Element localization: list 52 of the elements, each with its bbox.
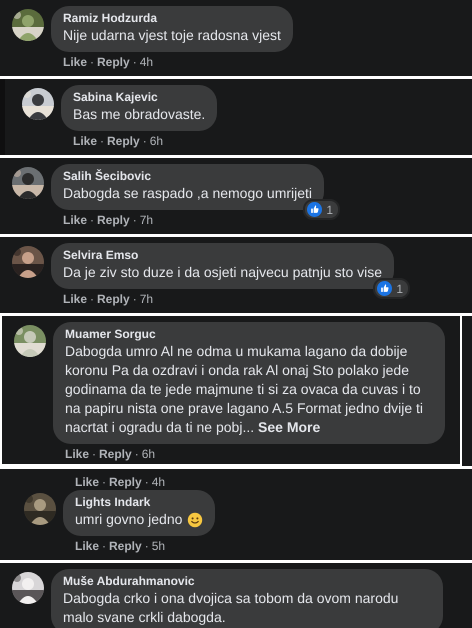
timestamp: 6h	[150, 134, 164, 149]
see-more-link[interactable]: See More	[258, 419, 320, 435]
action-link[interactable]: Reply	[97, 55, 130, 70]
action-link[interactable]: Like	[75, 539, 100, 554]
author-name[interactable]: Ramiz Hodzurda	[63, 11, 281, 26]
action-link[interactable]: Like	[63, 292, 88, 307]
action-link[interactable]: Reply	[107, 134, 140, 149]
action-link[interactable]: Like	[73, 134, 98, 149]
separator-dot: ·	[132, 55, 137, 70]
timestamp: 4h	[152, 475, 166, 490]
comment-text: Bas me obradovaste.	[73, 105, 206, 124]
comment-text: Dabogda umro Al ne odma u mukama lagano da dobije koronu Pa da ozdravi i onda rak Al onaj Sto polako jede godinama da te jede majmune ti si za ovaca da cuvas i to na papiru nista one prave lagano A.5 Format jedno dvije ti nacrtat i ogradu da ti ne pobj... See More	[65, 342, 424, 437]
separator-dot: ·	[132, 292, 137, 307]
comment-text: Dabogda crko i ona dvojica sa tobom da ovom narodu malo svane crkli dabogda.	[63, 589, 400, 627]
separator-dot: ·	[132, 213, 137, 228]
action-link[interactable]: Like	[63, 213, 88, 228]
author-name[interactable]: Salih Šecibovic	[63, 169, 312, 184]
action-link[interactable]: Like	[63, 55, 88, 70]
action-link[interactable]: Like	[65, 447, 90, 462]
separator-dot: ·	[134, 447, 139, 462]
reaction-badge[interactable]: 1	[303, 199, 340, 220]
separator-dot: ·	[144, 475, 149, 490]
separator-dot: ·	[102, 475, 106, 490]
separator-dot: ·	[144, 539, 149, 554]
action-link[interactable]: Reply	[109, 475, 142, 490]
separator-dot: ·	[90, 292, 94, 307]
thumbs-up-icon	[377, 281, 392, 296]
timestamp: 6h	[142, 447, 156, 462]
comment-text: umri govno jedno	[75, 510, 182, 529]
separator-dot: ·	[102, 539, 106, 554]
author-name[interactable]: Muše Abdurahmanovic	[63, 574, 431, 589]
separator-dot: ·	[90, 213, 94, 228]
timestamp: 7h	[140, 292, 154, 307]
author-name[interactable]: Sabina Kajevic	[73, 90, 206, 105]
timestamp: 5h	[152, 539, 166, 554]
author-name[interactable]: Muamer Sorguc	[65, 327, 433, 342]
action-link[interactable]: Reply	[109, 539, 142, 554]
separator-dot: ·	[92, 447, 96, 462]
separator-dot: ·	[90, 55, 94, 70]
comment-text: Nije udarna vjest toje radosna vjest	[63, 26, 281, 45]
author-name[interactable]: Selvira Emso	[63, 248, 382, 263]
action-link[interactable]: Reply	[99, 447, 132, 462]
action-link[interactable]: Like	[75, 475, 100, 490]
timestamp: 7h	[140, 213, 154, 228]
reaction-badge[interactable]: 1	[373, 278, 410, 299]
action-link[interactable]: Reply	[97, 292, 130, 307]
timestamp: 4h	[140, 55, 154, 70]
author-name[interactable]: Lights Indark	[75, 495, 204, 510]
action-link[interactable]: Reply	[97, 213, 130, 228]
thumbs-up-icon	[307, 202, 322, 217]
separator-dot: ·	[142, 134, 147, 149]
separator-dot: ·	[100, 134, 104, 149]
